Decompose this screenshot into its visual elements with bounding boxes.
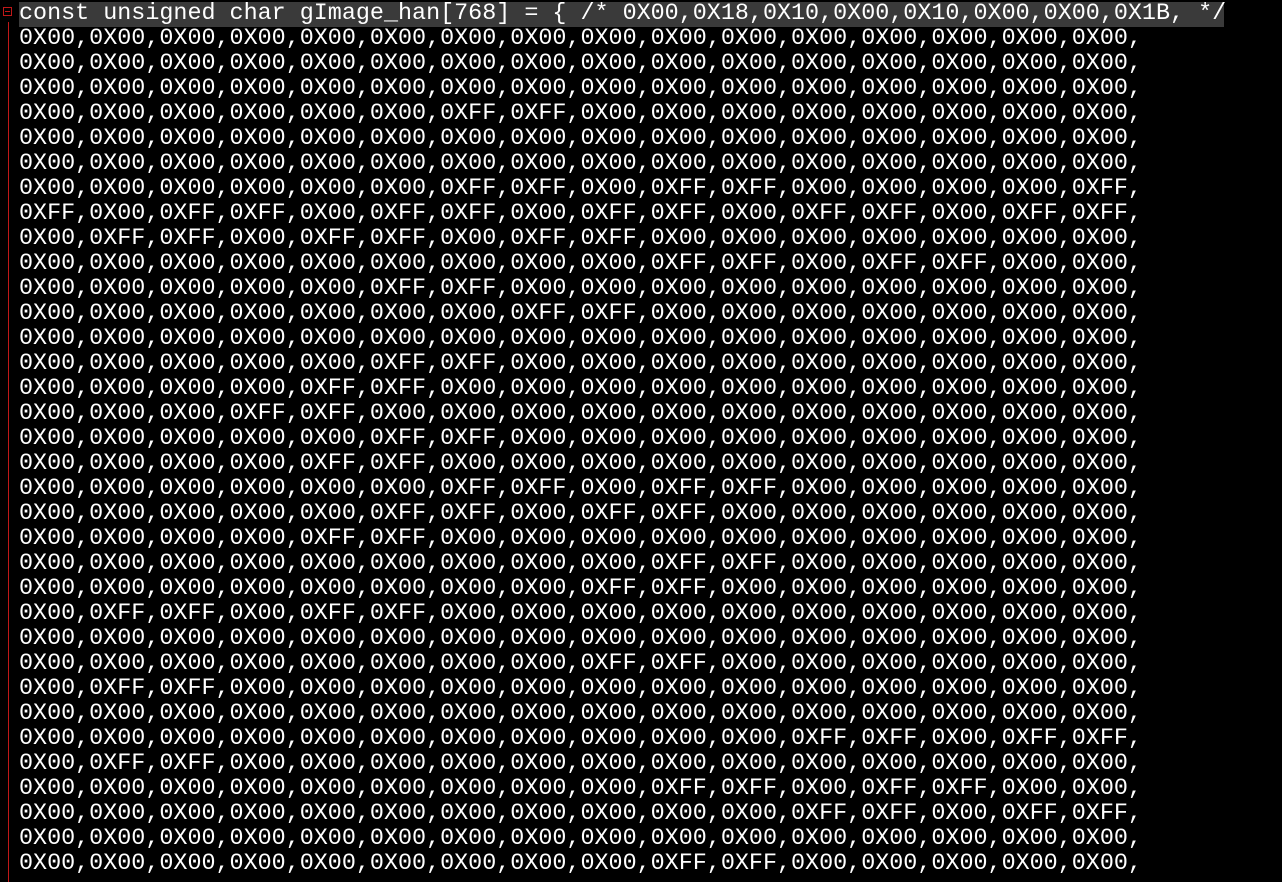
code-line[interactable]: 0X00,0X00,0X00,0X00,0X00,0X00,0X00,0X00,…	[19, 77, 1282, 102]
code-line[interactable]: 0X00,0X00,0X00,0X00,0X00,0X00,0X00,0X00,…	[19, 827, 1282, 852]
code-line[interactable]: 0X00,0X00,0X00,0X00,0XFF,0XFF,0X00,0X00,…	[19, 377, 1282, 402]
code-line[interactable]: 0X00,0X00,0X00,0X00,0X00,0X00,0X00,0X00,…	[19, 127, 1282, 152]
code-line[interactable]: 0XFF,0X00,0XFF,0XFF,0X00,0XFF,0XFF,0X00,…	[19, 202, 1282, 227]
code-line[interactable]: 0X00,0X00,0X00,0X00,0X00,0XFF,0XFF,0X00,…	[19, 352, 1282, 377]
code-line[interactable]: 0X00,0X00,0X00,0X00,0XFF,0XFF,0X00,0X00,…	[19, 527, 1282, 552]
code-editor[interactable]: const unsigned char gImage_han[768] = { …	[0, 0, 1282, 882]
code-line[interactable]: 0X00,0X00,0X00,0X00,0X00,0X00,0XFF,0XFF,…	[19, 177, 1282, 202]
code-line[interactable]: 0X00,0X00,0X00,0X00,0X00,0XFF,0XFF,0X00,…	[19, 277, 1282, 302]
code-line[interactable]: 0X00,0X00,0X00,0X00,0X00,0X00,0X00,0X00,…	[19, 577, 1282, 602]
code-line[interactable]: 0X00,0X00,0X00,0X00,0X00,0XFF,0XFF,0X00,…	[19, 502, 1282, 527]
code-line[interactable]: 0X00,0X00,0X00,0X00,0X00,0X00,0X00,0X00,…	[19, 152, 1282, 177]
fold-collapse-icon[interactable]	[3, 7, 12, 16]
code-line[interactable]: 0X00,0X00,0X00,0X00,0X00,0X00,0X00,0X00,…	[19, 327, 1282, 352]
code-line[interactable]: 0X00,0X00,0X00,0X00,0X00,0X00,0XFF,0XFF,…	[19, 102, 1282, 127]
code-line[interactable]: 0X00,0X00,0X00,0X00,0X00,0X00,0XFF,0XFF,…	[19, 477, 1282, 502]
code-line[interactable]: 0X00,0X00,0X00,0X00,0X00,0X00,0X00,0X00,…	[19, 252, 1282, 277]
code-area[interactable]: const unsigned char gImage_han[768] = { …	[19, 2, 1282, 877]
code-line[interactable]: 0X00,0XFF,0XFF,0X00,0X00,0X00,0X00,0X00,…	[19, 752, 1282, 777]
code-line[interactable]: 0X00,0X00,0X00,0X00,0X00,0X00,0X00,0X00,…	[19, 627, 1282, 652]
code-line[interactable]: 0X00,0X00,0X00,0X00,0X00,0X00,0X00,0X00,…	[19, 777, 1282, 802]
code-line[interactable]: 0X00,0X00,0X00,0X00,0X00,0XFF,0XFF,0X00,…	[19, 427, 1282, 452]
code-line[interactable]: 0X00,0XFF,0XFF,0X00,0XFF,0XFF,0X00,0X00,…	[19, 602, 1282, 627]
fold-gutter	[0, 0, 16, 882]
code-line[interactable]: 0X00,0X00,0X00,0X00,0X00,0X00,0X00,0X00,…	[19, 702, 1282, 727]
code-line-declaration[interactable]: const unsigned char gImage_han[768] = { …	[19, 2, 1226, 27]
code-line[interactable]: 0X00,0X00,0X00,0X00,0X00,0X00,0X00,0X00,…	[19, 852, 1282, 877]
fold-range-line	[8, 22, 9, 882]
code-line[interactable]: 0X00,0X00,0X00,0X00,0X00,0X00,0X00,0X00,…	[19, 27, 1282, 52]
code-line[interactable]: 0X00,0X00,0X00,0XFF,0XFF,0X00,0X00,0X00,…	[19, 402, 1282, 427]
code-line[interactable]: 0X00,0XFF,0XFF,0X00,0XFF,0XFF,0X00,0XFF,…	[19, 227, 1282, 252]
code-line[interactable]: 0X00,0X00,0X00,0X00,0X00,0X00,0X00,0X00,…	[19, 802, 1282, 827]
code-line[interactable]: 0X00,0X00,0X00,0X00,0X00,0X00,0X00,0XFF,…	[19, 302, 1282, 327]
code-line[interactable]: 0X00,0X00,0X00,0X00,0XFF,0XFF,0X00,0X00,…	[19, 452, 1282, 477]
code-line[interactable]: 0X00,0X00,0X00,0X00,0X00,0X00,0X00,0X00,…	[19, 552, 1282, 577]
code-line[interactable]: 0X00,0X00,0X00,0X00,0X00,0X00,0X00,0X00,…	[19, 52, 1282, 77]
code-line[interactable]: 0X00,0X00,0X00,0X00,0X00,0X00,0X00,0X00,…	[19, 652, 1282, 677]
code-line[interactable]: 0X00,0XFF,0XFF,0X00,0X00,0X00,0X00,0X00,…	[19, 677, 1282, 702]
code-line[interactable]: 0X00,0X00,0X00,0X00,0X00,0X00,0X00,0X00,…	[19, 727, 1282, 752]
